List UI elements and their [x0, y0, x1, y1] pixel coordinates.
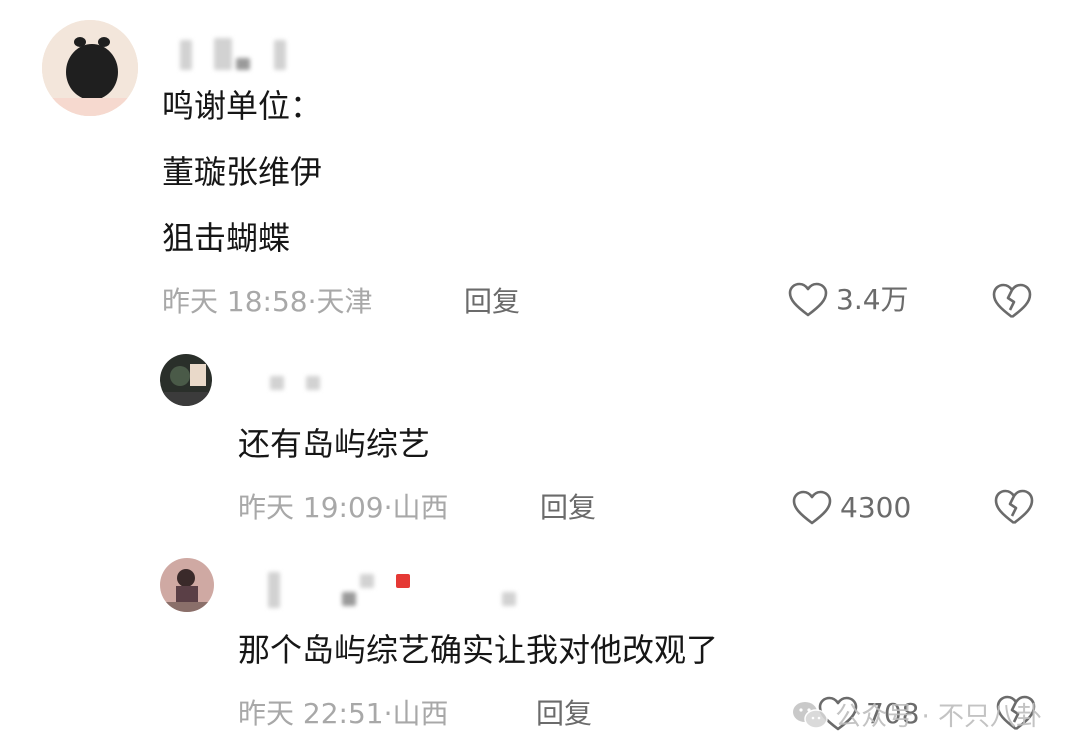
avatar[interactable]: [160, 558, 214, 612]
comment-location: 天津: [316, 285, 373, 318]
comment-meta: 昨天 19:09·山西: [238, 490, 449, 526]
comment-2: 还有岛屿综艺 昨天 19:09·山西 回复 4300: [0, 340, 1080, 540]
watermark-text: 公众号 · 不只八卦: [835, 702, 1042, 732]
comment-time: 昨天 22:51: [238, 697, 384, 730]
reply-button[interactable]: 回复: [536, 696, 592, 732]
separator: ·: [383, 491, 393, 524]
dislike-button[interactable]: [994, 488, 1034, 526]
comment-meta: 昨天 22:51·山西: [238, 696, 449, 732]
comment-text-line: 董璇张维伊: [162, 153, 323, 191]
separator: ·: [383, 697, 393, 730]
status-badge: [396, 574, 410, 588]
like-count: 4300: [840, 491, 912, 524]
username-redacted[interactable]: [262, 570, 522, 610]
reply-button[interactable]: 回复: [540, 490, 596, 526]
comment-text-line: 鸣谢单位：: [162, 87, 323, 125]
comment-text-line: 那个岛屿综艺确实让我对他改观了: [238, 631, 719, 669]
reply-button[interactable]: 回复: [464, 284, 520, 320]
avatar[interactable]: [42, 20, 138, 116]
comment-1: 鸣谢单位： 董璇张维伊 狙击蝴蝶 昨天 18:58·天津 回复 3.4万: [0, 0, 1080, 340]
heart-outline-icon: [788, 282, 828, 317]
comment-time: 昨天 19:09: [238, 491, 384, 524]
heart-outline-icon: [792, 490, 832, 525]
broken-heart-icon: [994, 489, 1034, 525]
avatar-image: [160, 354, 212, 406]
like-count: 3.4万: [836, 283, 909, 316]
comment-text-line: 还有岛屿综艺: [238, 425, 431, 463]
dislike-button[interactable]: [992, 282, 1032, 320]
comment-location: 山西: [392, 491, 449, 524]
wechat-icon: [793, 701, 828, 729]
comment-time: 昨天 18:58: [162, 285, 308, 318]
comment-meta: 昨天 18:58·天津: [162, 284, 373, 320]
watermark: 公众号 · 不只八卦: [791, 696, 1042, 733]
broken-heart-icon: [992, 283, 1032, 319]
separator: ·: [307, 285, 317, 318]
avatar[interactable]: [160, 354, 212, 406]
comment-text-line: 狙击蝴蝶: [162, 219, 291, 257]
avatar-image: [160, 558, 214, 612]
avatar-image: [42, 20, 138, 116]
like-button[interactable]: 4300: [792, 490, 911, 526]
comment-location: 山西: [392, 697, 449, 730]
username-redacted[interactable]: [170, 34, 310, 74]
like-button[interactable]: 3.4万: [788, 282, 909, 318]
username-redacted[interactable]: [262, 370, 342, 410]
